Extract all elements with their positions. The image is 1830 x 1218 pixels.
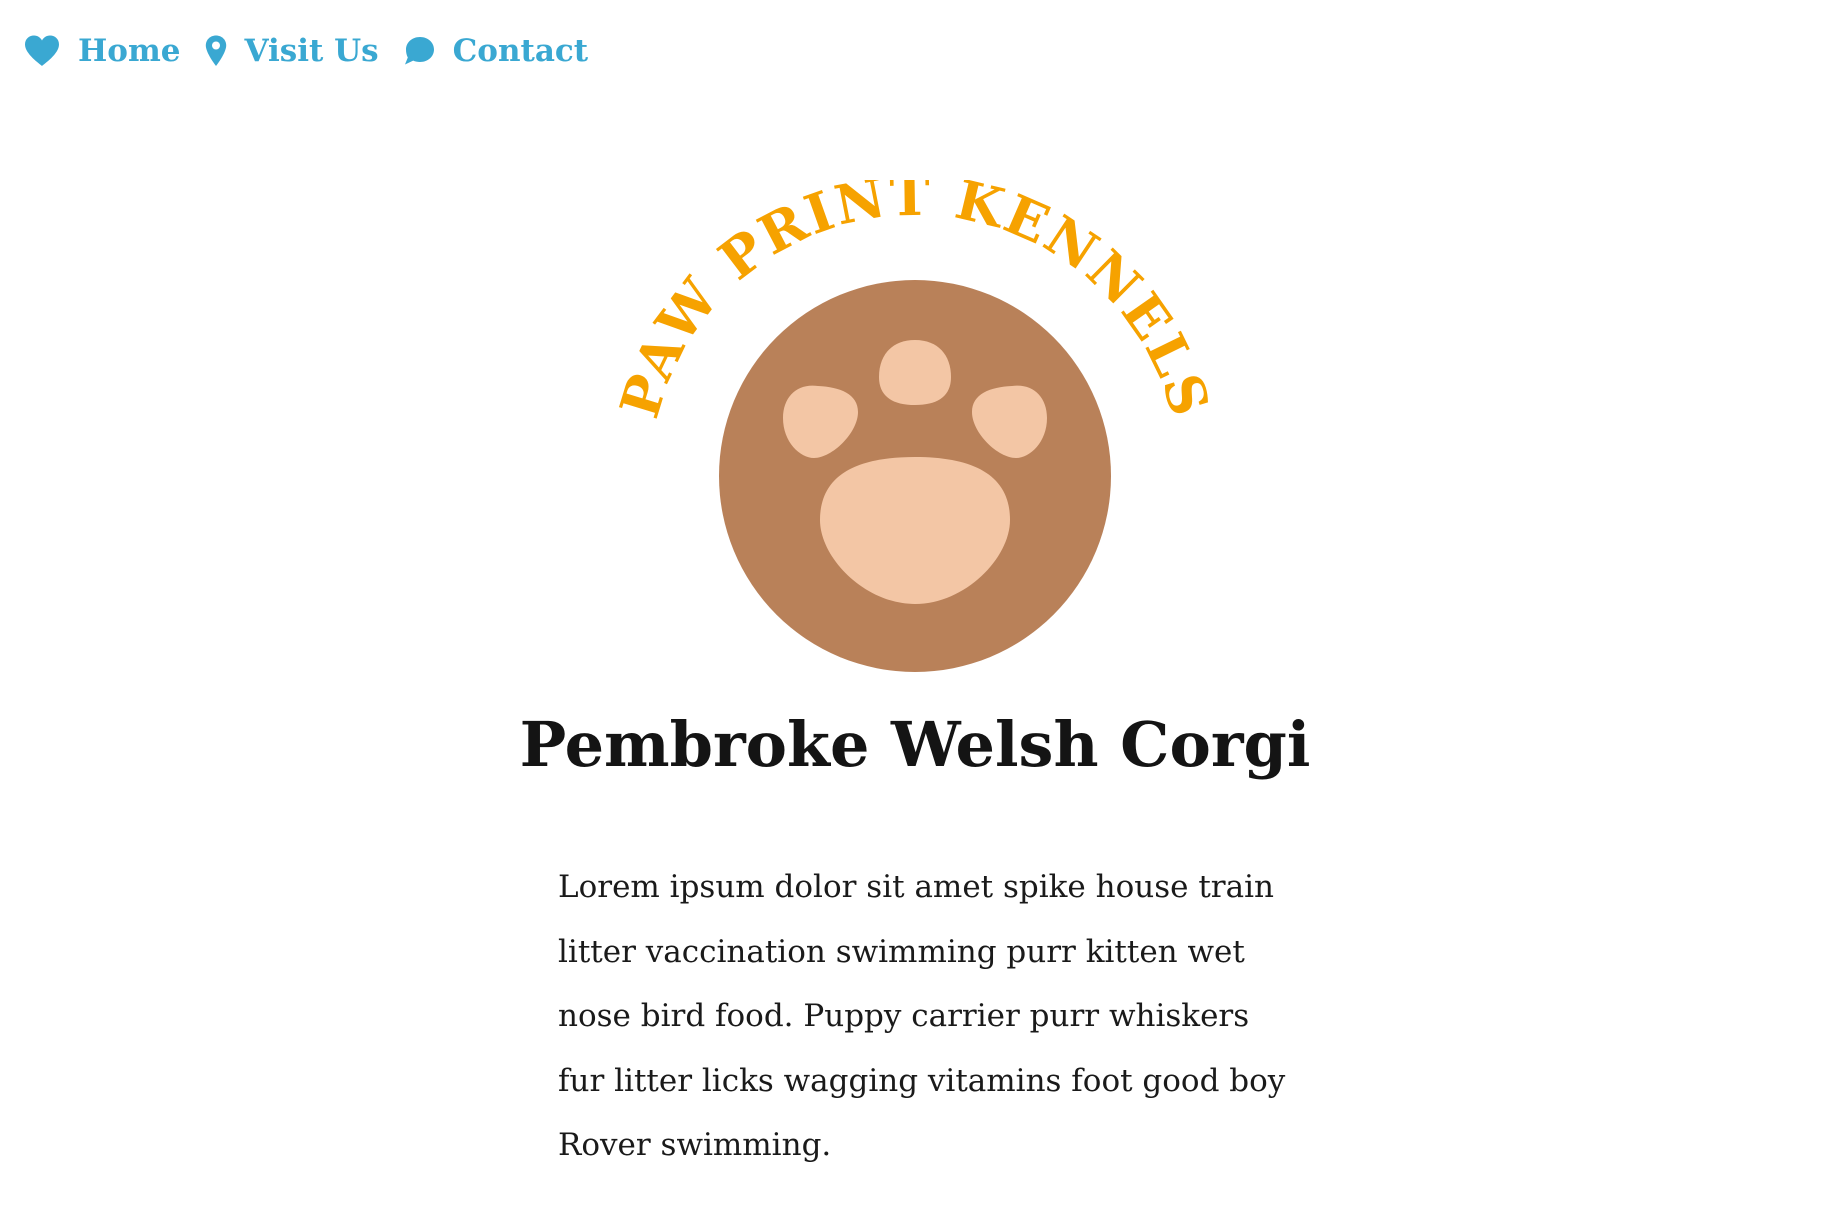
nav-contact-link[interactable]: Contact <box>403 33 589 69</box>
map-pin-icon <box>205 35 227 67</box>
nav-home-label: Home <box>78 33 181 69</box>
page-title: Pembroke Welsh Corgi <box>519 708 1311 781</box>
nav-contact-label: Contact <box>452 33 589 69</box>
nav-visit-us-link[interactable]: Visit Us <box>205 33 379 69</box>
speech-bubble-icon <box>403 36 435 66</box>
heart-icon <box>24 35 60 67</box>
paw-print-kennels-logo: PAW PRINT KENNELS <box>600 180 1230 700</box>
paw-toe-pad-middle <box>879 340 951 405</box>
top-navigation: Home Visit Us Contact <box>24 22 612 80</box>
nav-home-link[interactable]: Home <box>24 33 181 69</box>
nav-visit-us-label: Visit Us <box>244 33 379 69</box>
body-paragraph: Lorem ipsum dolor sit amet spike house t… <box>558 869 1286 1163</box>
